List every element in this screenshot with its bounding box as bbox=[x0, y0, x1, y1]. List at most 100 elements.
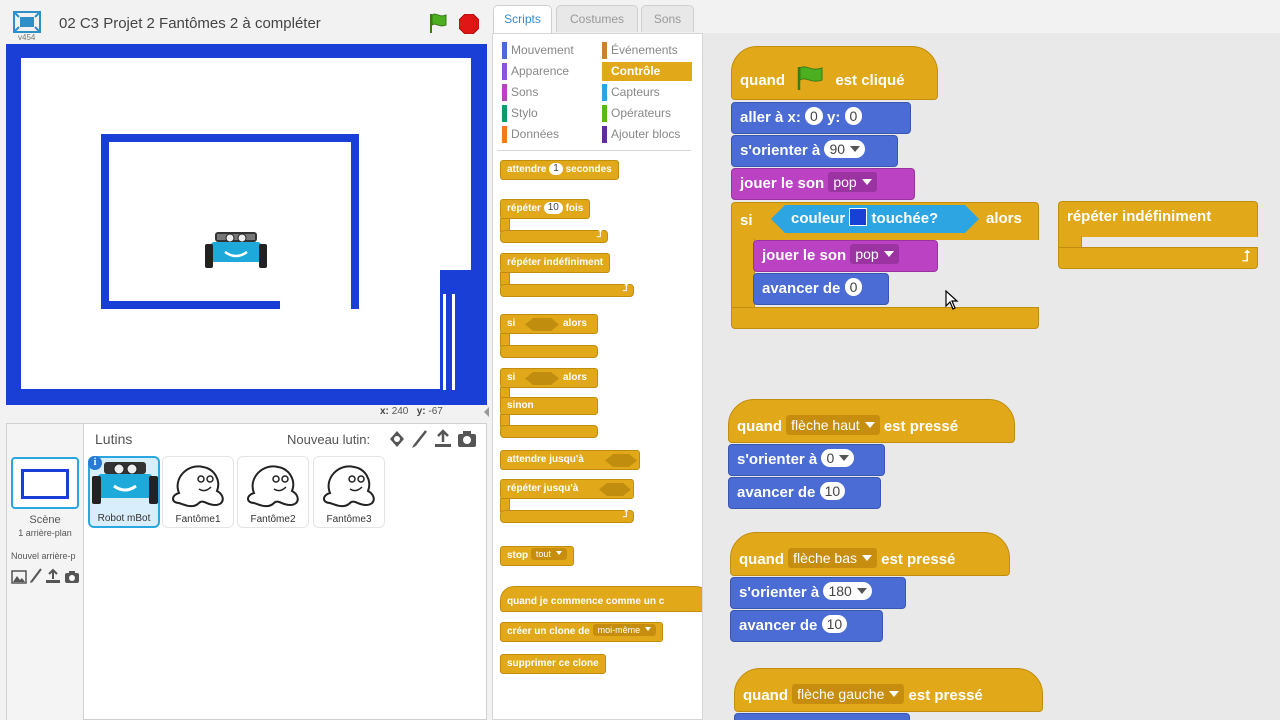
mouse-coordinates: x: 240 y: -67 bbox=[380, 406, 490, 420]
block-number-input[interactable]: 1 bbox=[549, 163, 563, 175]
upload-backdrop-icon[interactable] bbox=[45, 568, 61, 584]
mouse-cursor-icon bbox=[945, 290, 959, 310]
move-steps-block[interactable]: avancer de 0 bbox=[753, 273, 889, 305]
forever-block[interactable]: répéter indéfiniment bbox=[1058, 201, 1258, 237]
category-control[interactable]: Contrôle bbox=[602, 62, 692, 81]
direction-input[interactable]: 0 bbox=[821, 449, 855, 467]
paint-sprite-icon[interactable] bbox=[410, 429, 430, 449]
stage-resize-handle[interactable] bbox=[484, 407, 489, 417]
fullscreen-icon[interactable] bbox=[13, 11, 41, 33]
block-text: sinon bbox=[507, 400, 534, 411]
palette-block-wait-until[interactable]: attendre jusqu'à bbox=[500, 450, 640, 470]
sprite-tile[interactable]: Fantôme1 bbox=[162, 456, 234, 528]
palette-block-if-else[interactable]: si alors bbox=[500, 368, 598, 388]
play-sound-block[interactable]: jouer le son pop bbox=[731, 168, 915, 200]
palette-block-when-clone-start[interactable]: quand je commence comme un c bbox=[500, 586, 702, 612]
palette-block-forever[interactable]: répéter indéfiniment bbox=[500, 253, 611, 273]
if-block-mouth bbox=[731, 239, 755, 317]
sound-dropdown[interactable]: pop bbox=[828, 172, 877, 192]
camera-sprite-icon[interactable] bbox=[457, 429, 477, 449]
dropdown-arrow-icon bbox=[883, 251, 894, 257]
palette-block-if[interactable]: si alors bbox=[500, 314, 598, 334]
palette-block-wait[interactable]: attendre 1 secondes bbox=[500, 160, 619, 180]
new-backdrop-label: Nouvel arrière-p bbox=[11, 551, 76, 561]
block-text: avancer de bbox=[737, 484, 816, 501]
move-steps-block[interactable]: avancer de 10 bbox=[728, 477, 881, 509]
x-input[interactable]: 0 bbox=[805, 107, 823, 125]
point-direction-block[interactable]: s'orienter à 180 bbox=[730, 577, 906, 609]
move-steps-block[interactable]: avancer de 10 bbox=[730, 610, 883, 642]
scene-thumbnail[interactable] bbox=[11, 457, 79, 509]
steps-input[interactable]: 10 bbox=[821, 615, 848, 633]
robot-sprite[interactable] bbox=[205, 230, 267, 270]
palette-block-stop[interactable]: stop tout bbox=[500, 546, 574, 566]
clone-dropdown[interactable]: moi-même bbox=[592, 624, 657, 636]
scripts-area[interactable]: quand est cliqué aller à x: 0 y: 0 s'ori… bbox=[703, 33, 1280, 720]
point-direction-block[interactable] bbox=[734, 713, 910, 720]
palette-block-create-clone[interactable]: créer un clone de moi-même bbox=[500, 622, 664, 642]
category-label: Ajouter blocs bbox=[611, 127, 681, 141]
stop-dropdown[interactable]: tout bbox=[530, 548, 567, 560]
sprite-tile[interactable]: i Robot mBot bbox=[88, 456, 160, 528]
direction-input[interactable]: 180 bbox=[823, 582, 872, 600]
when-key-up-pressed-block[interactable]: quand flèche haut est pressé bbox=[728, 399, 1015, 443]
when-key-left-pressed-block[interactable]: quand flèche gauche est pressé bbox=[734, 668, 1043, 712]
category-sensing[interactable]: Capteurs bbox=[602, 83, 692, 102]
camera-backdrop-icon[interactable] bbox=[64, 570, 80, 584]
project-title[interactable]: 02 C3 Projet 2 Fantômes 2 à compléter bbox=[59, 15, 321, 32]
if-block-foot bbox=[731, 307, 1039, 329]
paint-backdrop-icon[interactable] bbox=[11, 570, 27, 584]
condition-slot[interactable] bbox=[605, 454, 637, 467]
category-sound[interactable]: Sons bbox=[502, 83, 592, 102]
palette-block-repeat[interactable]: répéter 10 fois bbox=[500, 199, 591, 219]
scene-label: Scène bbox=[29, 514, 61, 526]
goto-xy-block[interactable]: aller à x: 0 y: 0 bbox=[731, 102, 911, 134]
brush-backdrop-icon[interactable] bbox=[29, 568, 43, 584]
upload-sprite-icon[interactable] bbox=[433, 429, 453, 449]
condition-slot[interactable] bbox=[525, 372, 559, 385]
when-key-down-pressed-block[interactable]: quand flèche bas est pressé bbox=[730, 532, 1010, 576]
key-dropdown[interactable]: flèche gauche bbox=[792, 684, 905, 704]
category-motion[interactable]: Mouvement bbox=[502, 41, 592, 60]
category-events[interactable]: Événements bbox=[602, 41, 692, 60]
condition-slot[interactable] bbox=[525, 318, 559, 331]
tab-sounds[interactable]: Sons bbox=[641, 5, 694, 32]
y-input[interactable]: 0 bbox=[844, 107, 863, 125]
steps-input[interactable]: 10 bbox=[819, 482, 846, 500]
when-flag-clicked-block[interactable]: quand est cliqué bbox=[731, 46, 938, 100]
play-sound-block[interactable]: jouer le son pop bbox=[753, 240, 938, 272]
block-number-input[interactable]: 10 bbox=[543, 202, 563, 214]
tab-costumes[interactable]: Costumes bbox=[556, 5, 638, 32]
touching-color-condition[interactable]: couleur touchée? bbox=[771, 205, 979, 233]
key-dropdown[interactable]: flèche haut bbox=[786, 415, 880, 435]
dropdown-arrow-icon bbox=[861, 179, 872, 185]
category-operators[interactable]: Opérateurs bbox=[602, 104, 692, 123]
tab-scripts[interactable]: Scripts bbox=[493, 5, 552, 35]
steps-input[interactable]: 0 bbox=[844, 278, 863, 296]
point-direction-block[interactable]: s'orienter à 0 bbox=[728, 444, 885, 476]
dropdown-arrow-icon bbox=[889, 691, 900, 697]
sprite-tile[interactable]: Fantôme2 bbox=[237, 456, 309, 528]
point-direction-block[interactable]: s'orienter à 90 bbox=[731, 135, 898, 167]
condition-slot[interactable] bbox=[599, 483, 631, 496]
green-flag-icon[interactable] bbox=[427, 12, 449, 34]
key-dropdown[interactable]: flèche bas bbox=[788, 548, 877, 568]
dropdown-value: pop bbox=[855, 246, 879, 262]
sound-dropdown[interactable]: pop bbox=[850, 244, 899, 264]
stop-icon[interactable] bbox=[459, 14, 479, 34]
category-more-blocks[interactable]: Ajouter blocs bbox=[602, 125, 692, 144]
sprite-library-icon[interactable] bbox=[387, 429, 407, 449]
palette-block-delete-clone[interactable]: supprimer ce clone bbox=[500, 654, 606, 674]
category-data[interactable]: Données bbox=[502, 125, 592, 144]
block-text: alors bbox=[563, 318, 587, 329]
palette-block-repeat-until[interactable]: répéter jusqu'à bbox=[500, 479, 634, 499]
category-pen[interactable]: Stylo bbox=[502, 104, 592, 123]
block-text: répéter indéfiniment bbox=[1067, 208, 1212, 225]
color-swatch[interactable] bbox=[849, 208, 867, 226]
block-text: répéter jusqu'à bbox=[507, 483, 579, 494]
direction-input[interactable]: 90 bbox=[824, 140, 866, 158]
stage[interactable] bbox=[6, 44, 487, 405]
category-looks[interactable]: Apparence bbox=[502, 62, 592, 81]
sprite-tile[interactable]: Fantôme3 bbox=[313, 456, 385, 528]
block-text: créer un clone de bbox=[507, 626, 590, 637]
